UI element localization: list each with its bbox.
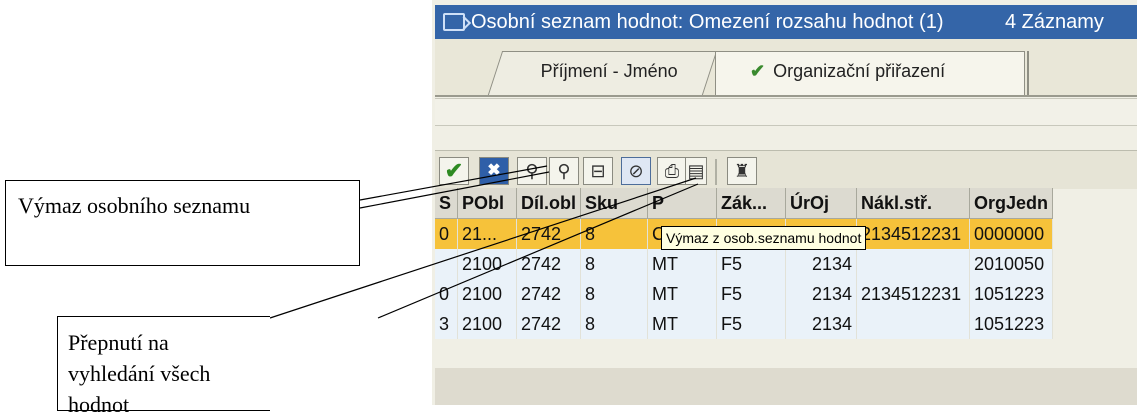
callout-delete-personal-list: Výmaz osobního seznamu	[5, 180, 360, 266]
callout-switch-search-all: Přepnutí na vyhledání všech hodnot	[57, 316, 270, 417]
pointer-line	[359, 165, 548, 201]
pointer-line	[359, 171, 550, 209]
pointer-line	[377, 183, 699, 319]
tooltip-delete-from-list: Výmaz z osob.seznamu hodnot	[661, 226, 867, 250]
